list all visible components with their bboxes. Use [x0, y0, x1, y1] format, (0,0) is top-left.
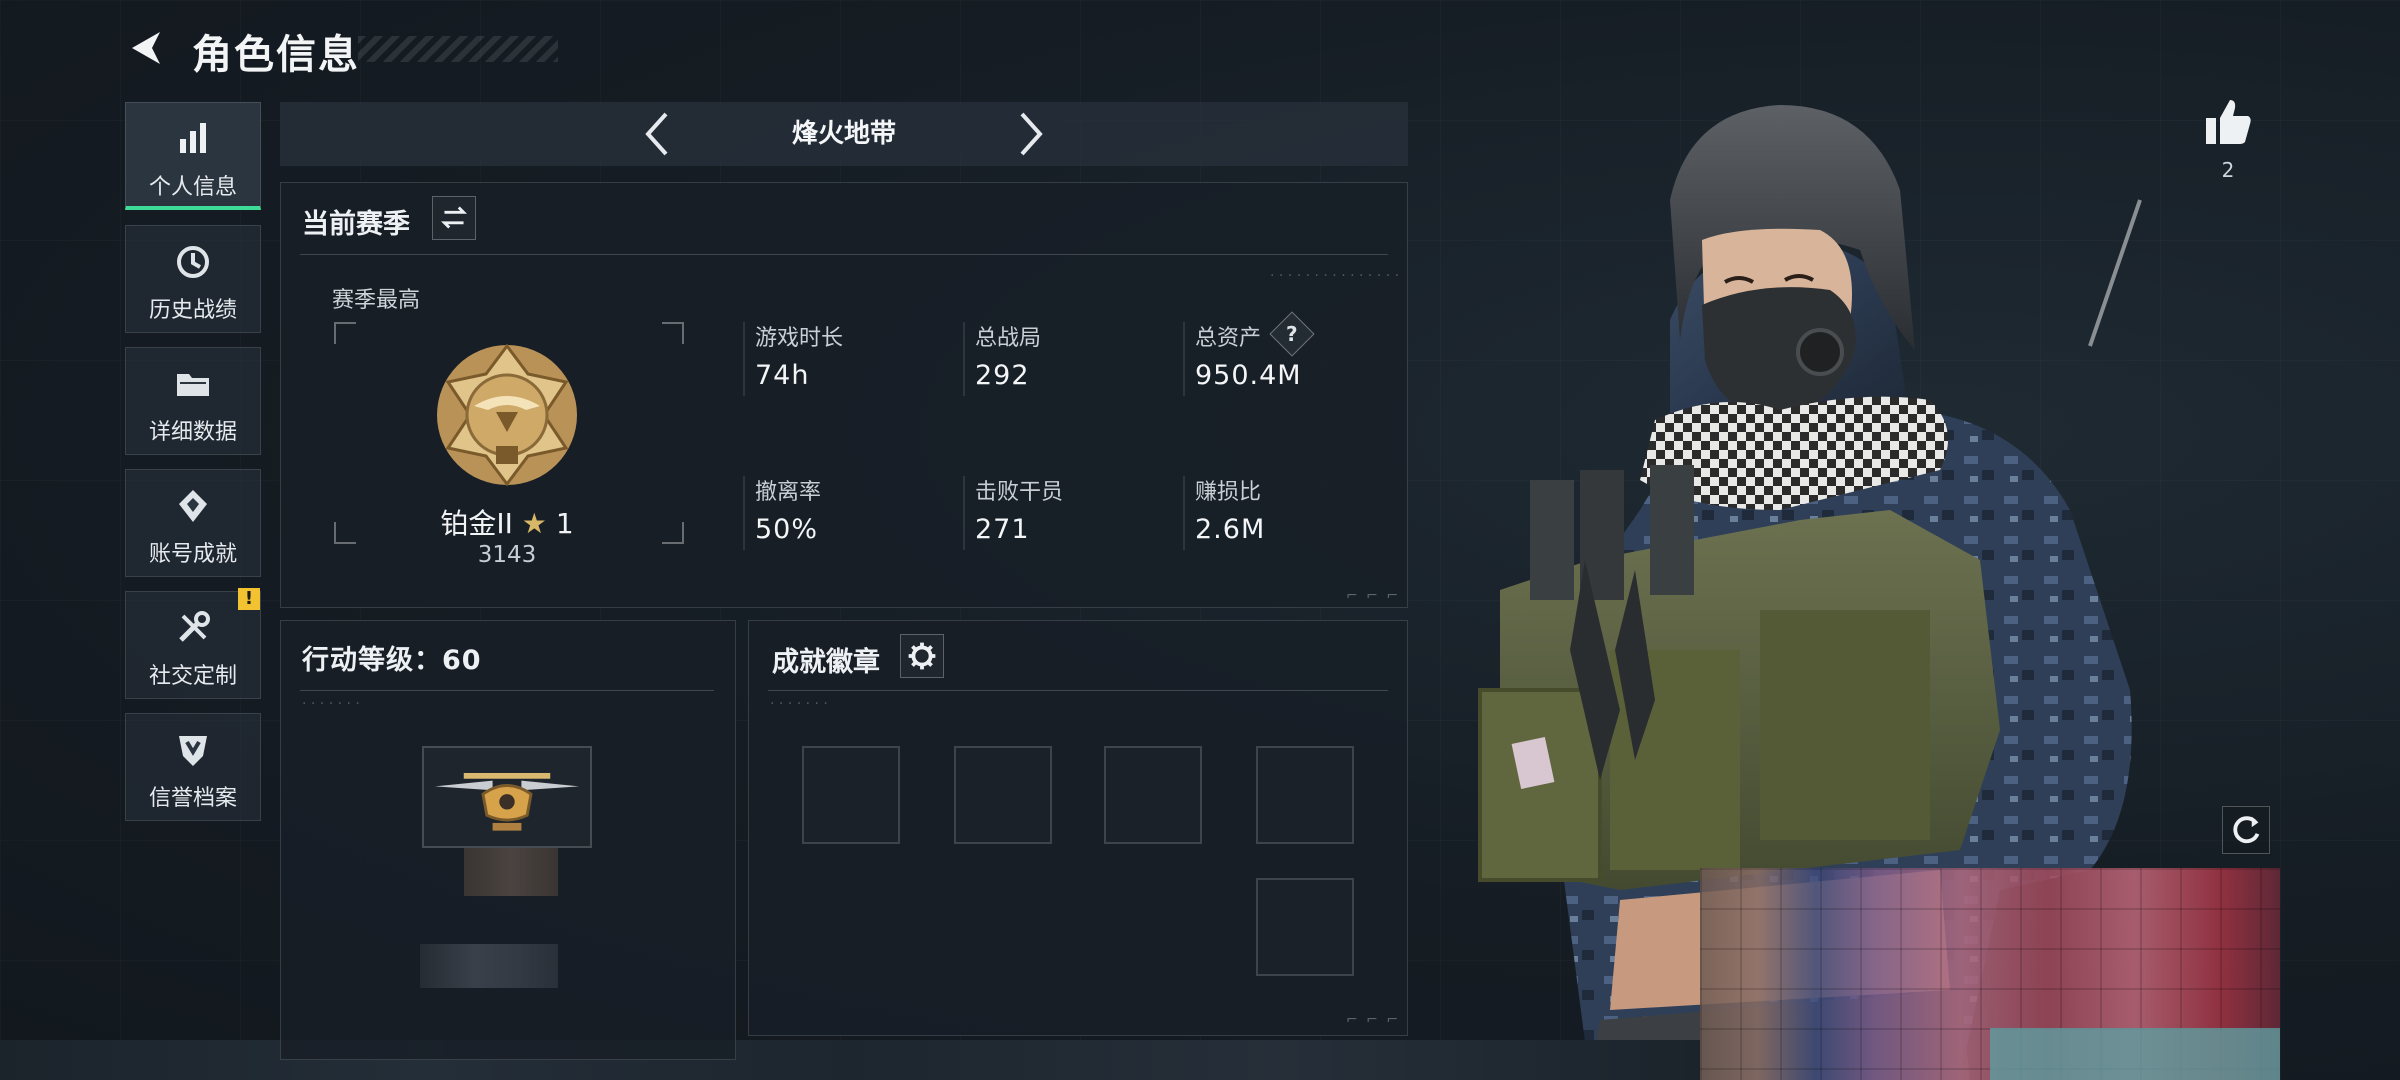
stat-value: 950.4M: [1195, 360, 1302, 391]
help-icon-glyph: ?: [1286, 321, 1298, 346]
thumbs-up-icon[interactable]: [2202, 96, 2254, 148]
pixelated-overlay: [420, 944, 558, 988]
refresh-icon: [2233, 816, 2260, 844]
like-count: 2: [2221, 158, 2235, 182]
sidebar-item-label: 社交定制: [148, 664, 237, 689]
gear-icon: [908, 642, 936, 670]
sidebar-item-personal-info[interactable]: 个人信息: [125, 102, 261, 210]
stat-divider: [963, 476, 965, 550]
shield-icon: [179, 736, 207, 766]
star-icon: ★: [521, 507, 547, 540]
bar-chart-icon: [180, 123, 206, 153]
decorative-dots: · · · · · · ·: [302, 696, 360, 712]
action-level-emblem: [422, 746, 592, 848]
sidebar-item-label: 历史战绩: [148, 298, 237, 323]
divider: [300, 254, 1388, 255]
chevron-right-icon[interactable]: [1016, 111, 1046, 157]
sidebar-item-credit-record[interactable]: 信誉档案: [125, 713, 261, 821]
badges-settings-button[interactable]: [900, 634, 944, 678]
pixelated-overlay: [464, 848, 558, 896]
stat-value: 2.6M: [1195, 514, 1266, 545]
stat-value: 74h: [755, 360, 810, 391]
achievement-icon: [179, 490, 207, 522]
sidebar-item-history[interactable]: 历史战绩: [125, 225, 261, 333]
sidebar-item-label: 详细数据: [148, 420, 237, 445]
stat-divider: [963, 322, 965, 396]
rank-score: 3143: [477, 542, 537, 568]
stat-label: 击败干员: [975, 480, 1064, 505]
stat-label: 赚损比: [1195, 480, 1262, 505]
stat-divider: [1183, 476, 1185, 550]
stat-label: 撤离率: [755, 480, 822, 505]
stat-value: 50%: [755, 514, 819, 545]
action-level-label: 行动等级：60: [302, 645, 482, 676]
decorative-dots: · · · · · · · · · · · · · · ·: [1270, 268, 1400, 284]
season-switch-button[interactable]: [432, 196, 476, 240]
rank-stars: 1: [555, 507, 574, 540]
history-icon: [177, 246, 209, 278]
badge-slot[interactable]: [1104, 746, 1202, 844]
frame-corner: [662, 322, 684, 344]
badge-slot[interactable]: [1256, 746, 1354, 844]
stat-label: 游戏时长: [755, 326, 844, 351]
tools-icon: [179, 611, 210, 642]
badges-title: 成就徽章: [772, 647, 880, 678]
platinum-rank-medal-icon: [437, 343, 577, 487]
corner-decoration: ⌐ ⌐ ⌐: [1346, 1012, 1401, 1028]
decorative-dots: · · · · · · ·: [770, 696, 828, 712]
badge-slot[interactable]: [1256, 878, 1354, 976]
stat-divider: [743, 476, 745, 550]
badge-slot[interactable]: [802, 746, 900, 844]
mode-label: 烽火地带: [791, 119, 896, 149]
stat-label: 总资产: [1195, 326, 1262, 351]
pixelated-overlay: [1700, 868, 2280, 1080]
badge-slot[interactable]: [954, 746, 1052, 844]
swap-icon: [440, 206, 468, 229]
sidebar-item-label: 信誉档案: [148, 786, 237, 811]
title-decoration: [358, 36, 558, 62]
corner-decoration: ⌐ ⌐ ⌐: [1346, 588, 1401, 604]
bottom-strip: [0, 1040, 1700, 1080]
stat-label: 总战局: [975, 326, 1042, 351]
rank-name-row: 铂金II ★ 1: [334, 502, 680, 542]
stat-value: 271: [975, 514, 1030, 545]
divider: [768, 690, 1388, 691]
sidebar-item-label: 个人信息: [148, 175, 237, 200]
frame-corner: [334, 322, 356, 344]
season-title: 当前赛季: [302, 209, 410, 240]
rotate-model-button[interactable]: [2222, 806, 2270, 854]
sidebar-item-detailed-data[interactable]: 详细数据: [125, 347, 261, 455]
chevron-left-icon[interactable]: [642, 111, 672, 157]
rank-name: 铂金II: [440, 507, 513, 540]
page-title: 角色信息: [192, 32, 360, 78]
season-best-label: 赛季最高: [332, 288, 421, 313]
folder-icon: [177, 374, 209, 396]
stat-divider: [1183, 322, 1185, 396]
sidebar-item-label: 账号成就: [148, 542, 237, 567]
stat-value: 292: [975, 360, 1030, 391]
divider: [300, 690, 714, 691]
sidebar-item-achievements[interactable]: 账号成就: [125, 469, 261, 577]
warning-badge: !: [238, 588, 260, 610]
back-arrow-icon[interactable]: [124, 26, 168, 70]
stat-divider: [743, 322, 745, 396]
helicopter-emblem-icon: [434, 772, 580, 831]
